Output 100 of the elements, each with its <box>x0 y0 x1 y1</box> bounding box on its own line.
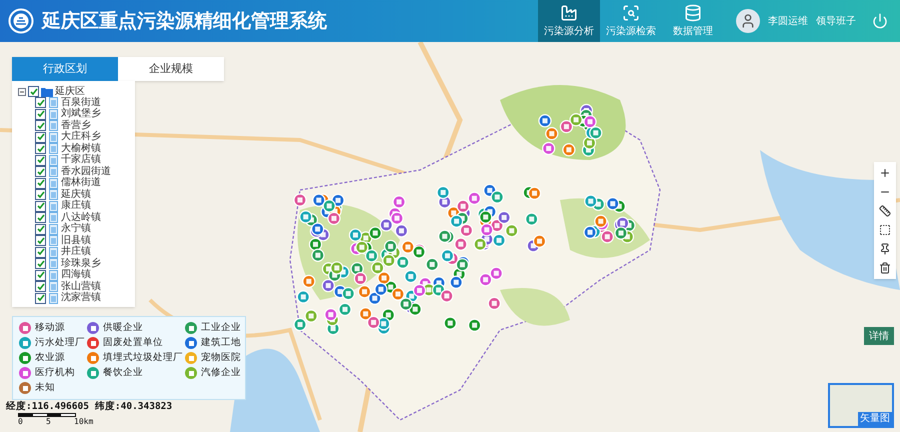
checkbox[interactable] <box>35 224 46 235</box>
document-icon <box>49 120 58 132</box>
checkbox[interactable] <box>35 246 46 258</box>
tree-item[interactable]: 延庆区 <box>55 86 85 96</box>
checkbox[interactable] <box>35 200 46 212</box>
pin-button[interactable] <box>878 242 892 256</box>
person-icon <box>740 13 756 29</box>
document-icon <box>49 166 58 178</box>
legend-label: 供暖企业 <box>103 320 143 335</box>
legend-label: 餐饮企业 <box>103 366 143 380</box>
legend-label: 污水处理厂 <box>35 336 85 350</box>
avatar[interactable] <box>736 9 760 33</box>
checkbox[interactable] <box>35 189 46 200</box>
scale-bar <box>18 413 76 417</box>
legend-label: 建筑工地 <box>201 336 241 350</box>
document-icon <box>49 200 58 212</box>
tree-item[interactable]: 旧县镇 <box>61 236 91 246</box>
folder-icon <box>41 86 53 96</box>
checkbox[interactable] <box>35 97 46 108</box>
minimap[interactable]: 矢量图 <box>828 383 894 428</box>
scale-label: 5 <box>46 417 52 426</box>
power-icon <box>872 13 888 29</box>
checkbox[interactable] <box>35 212 46 224</box>
latitude-text: 纬度:40.343823 <box>94 401 172 412</box>
scale-label: 10km <box>74 417 94 426</box>
user-name: 李圆运维 <box>768 14 808 28</box>
document-icon <box>49 189 58 200</box>
minimap-label: 矢量图 <box>858 412 892 426</box>
checkbox[interactable] <box>28 86 39 97</box>
tree-item[interactable]: 永宁镇 <box>61 224 91 234</box>
minus-icon <box>19 88 25 94</box>
detail-button[interactable]: 详情 <box>864 327 894 345</box>
document-icon <box>49 132 58 143</box>
tree-item[interactable]: 张山营镇 <box>61 282 101 292</box>
dashed-square-icon <box>879 224 891 236</box>
document-icon <box>49 97 58 108</box>
legend-label: 农业源 <box>35 350 65 365</box>
checkbox[interactable] <box>35 270 46 281</box>
document-icon <box>49 270 58 281</box>
pin-icon <box>879 243 891 255</box>
legend-label: 固废处置单位 <box>103 336 163 350</box>
legend-label: 未知 <box>35 380 55 395</box>
checkbox[interactable] <box>35 108 46 120</box>
document-icon <box>49 281 58 292</box>
checkbox[interactable] <box>35 166 46 178</box>
tree-item[interactable]: 八达岭镇 <box>61 212 101 223</box>
document-icon <box>49 143 58 154</box>
legend-label: 移动源 <box>35 320 65 335</box>
legend-label: 工业企业 <box>201 320 241 335</box>
document-icon <box>49 224 58 235</box>
legend-label: 宠物医院 <box>201 350 241 365</box>
checkbox[interactable] <box>35 178 46 189</box>
checkbox[interactable] <box>35 143 46 154</box>
zoom-in-button[interactable] <box>878 166 892 180</box>
legend-label: 医疗机构 <box>35 366 75 380</box>
document-icon <box>49 212 58 224</box>
user-role: 领导班子 <box>816 14 856 28</box>
tree-item[interactable]: 延庆镇 <box>61 190 91 200</box>
panel-tab[interactable]: 行政区划 <box>12 57 118 81</box>
document-icon <box>49 292 58 304</box>
checkbox[interactable] <box>35 258 46 270</box>
tree-item[interactable]: 香营乡 <box>61 120 91 131</box>
tree-item[interactable]: 沈家营镇 <box>61 293 101 304</box>
trash-icon <box>879 262 891 274</box>
document-icon <box>49 178 58 189</box>
checkbox[interactable] <box>35 281 46 292</box>
tree-item[interactable]: 千家店镇 <box>61 155 101 166</box>
tree-item[interactable]: 刘斌堡乡 <box>61 109 101 120</box>
document-icon <box>49 246 58 258</box>
checkbox[interactable] <box>35 154 46 166</box>
longitude-text: 经度:116.496605 <box>6 401 89 412</box>
database-icon <box>684 4 702 22</box>
tree-item[interactable]: 大榆树镇 <box>61 144 101 154</box>
search-icon <box>622 4 640 22</box>
checkbox[interactable] <box>35 120 46 132</box>
document-icon <box>49 235 58 246</box>
panel-tab[interactable]: 企业规模 <box>118 57 224 81</box>
tree-item[interactable]: 珍珠泉乡 <box>61 258 101 269</box>
checkbox[interactable] <box>35 235 46 246</box>
ruler-icon <box>879 205 891 217</box>
legend-label: 汽修企业 <box>201 366 241 380</box>
nav-tab[interactable]: 污染源分析 <box>538 0 600 42</box>
tree-item[interactable]: 百泉街道 <box>61 98 101 108</box>
tree-item[interactable]: 香水园街道 <box>61 166 111 177</box>
emblem-logo-icon <box>8 8 34 34</box>
tree-item[interactable]: 儒林街道 <box>61 178 101 188</box>
checkbox[interactable] <box>35 292 46 304</box>
area-select-button[interactable] <box>878 223 892 237</box>
tree-item[interactable]: 四海镇 <box>61 270 91 280</box>
delete-button[interactable] <box>878 261 892 275</box>
collapse-toggle[interactable] <box>18 88 26 96</box>
tree-item[interactable]: 井庄镇 <box>61 247 91 258</box>
tree-item[interactable]: 大庄科乡 <box>61 132 101 142</box>
tree-item[interactable]: 康庄镇 <box>61 201 91 212</box>
park-area <box>500 288 570 326</box>
checkbox[interactable] <box>35 132 46 143</box>
scale-label: 0 <box>18 417 24 426</box>
plus-icon <box>879 167 891 179</box>
factory-icon <box>560 4 578 22</box>
ruler-button[interactable] <box>878 204 892 218</box>
